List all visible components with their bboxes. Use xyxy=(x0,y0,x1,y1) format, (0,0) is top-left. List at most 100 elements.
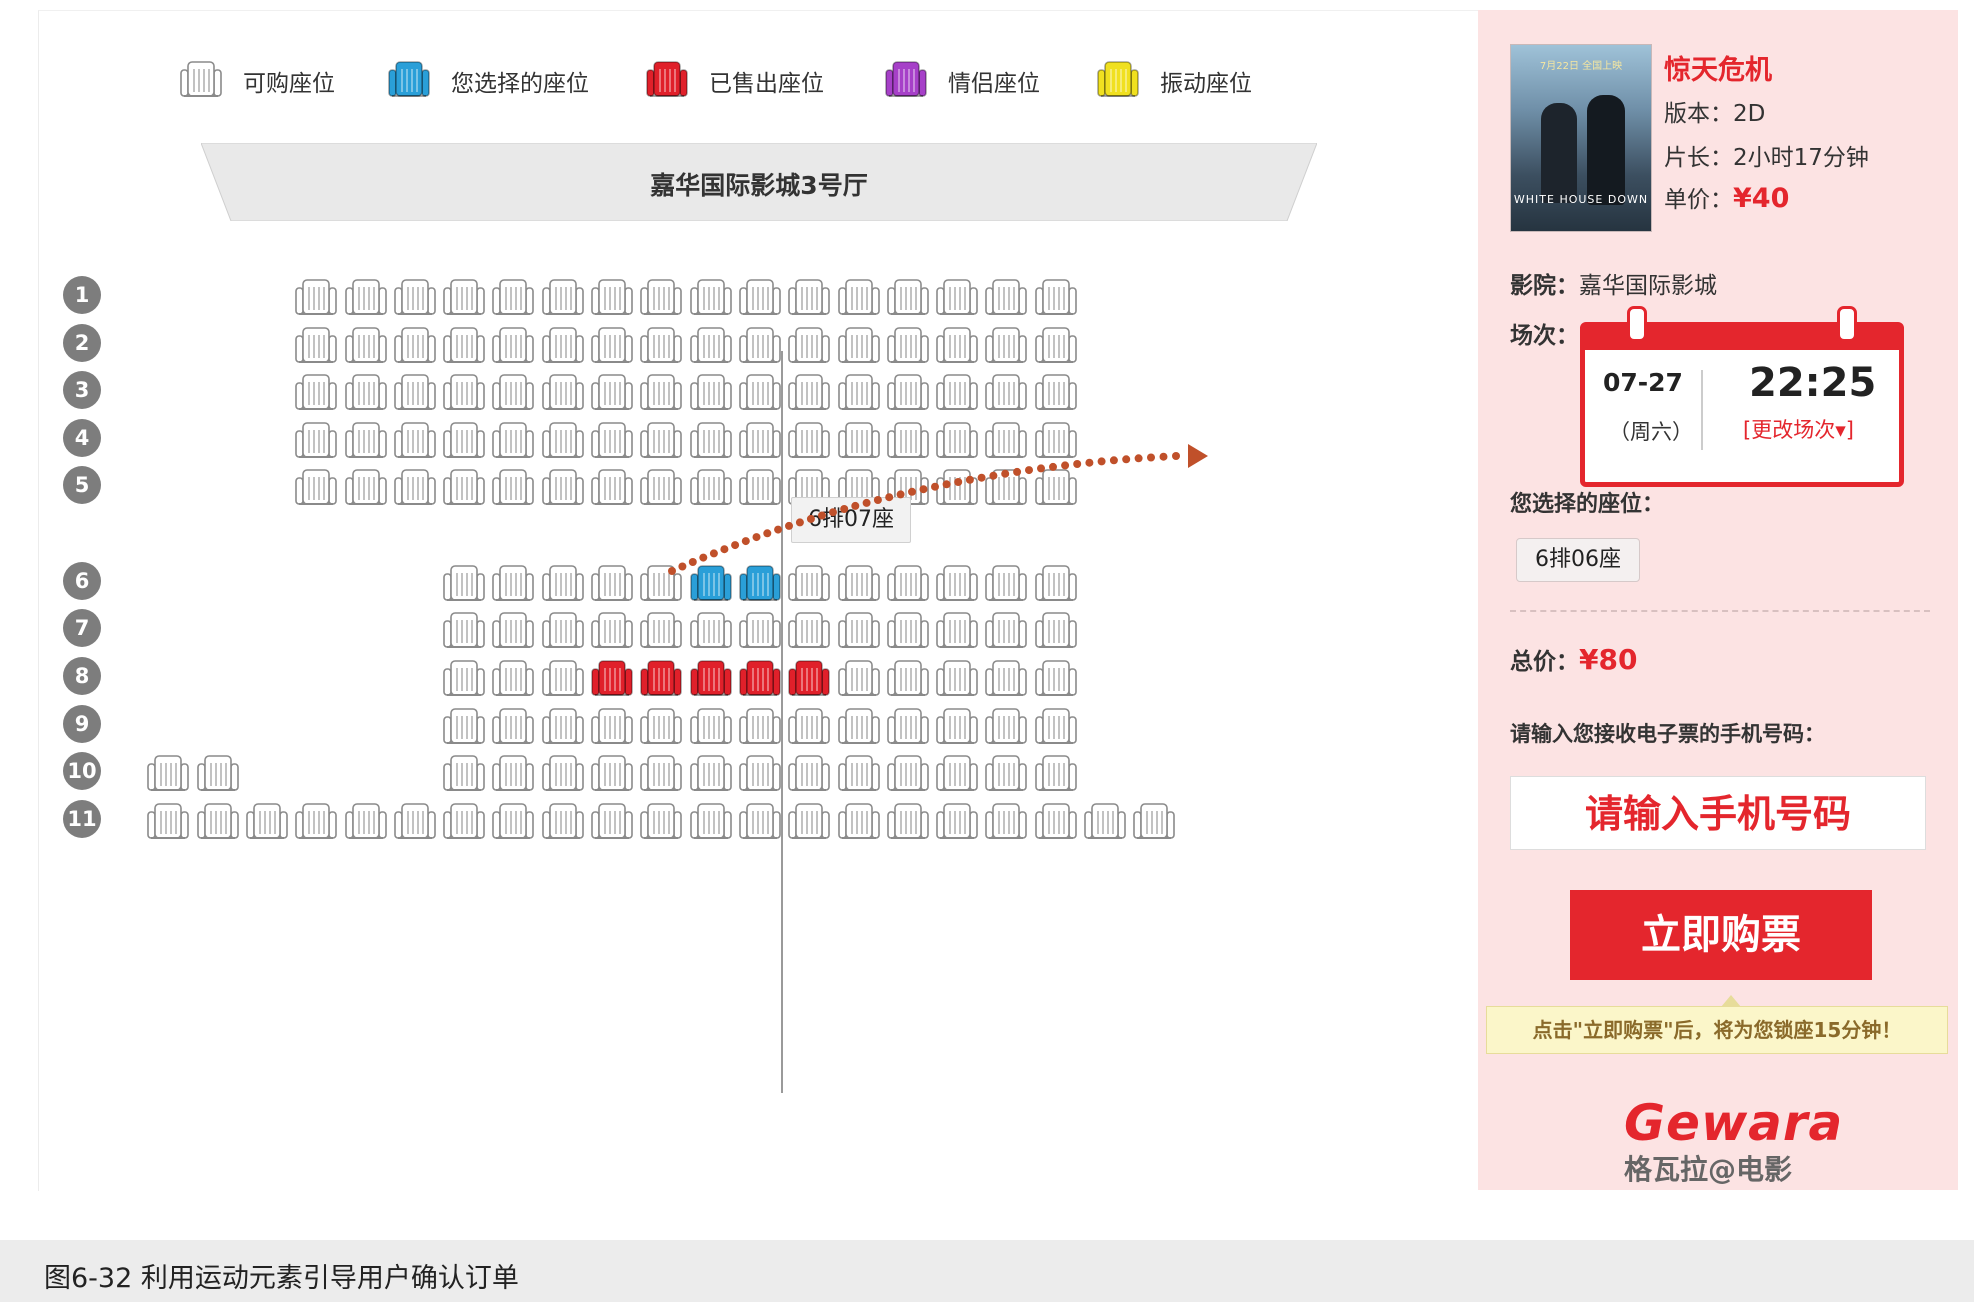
seat-available[interactable] xyxy=(541,611,585,651)
seat-available[interactable] xyxy=(245,802,289,842)
seat-available[interactable] xyxy=(344,326,388,366)
seat-available[interactable] xyxy=(491,659,535,699)
seat-available[interactable] xyxy=(541,326,585,366)
seat-available[interactable] xyxy=(639,564,683,604)
seat-available[interactable] xyxy=(787,707,831,747)
seat-available[interactable] xyxy=(442,707,486,747)
seat-available[interactable] xyxy=(294,278,338,318)
change-showtime-link[interactable]: [更改场次▾] xyxy=(1743,414,1854,444)
seat-available[interactable] xyxy=(837,802,881,842)
seat-available[interactable] xyxy=(984,802,1028,842)
seat-available[interactable] xyxy=(837,564,881,604)
seat-available[interactable] xyxy=(935,373,979,413)
seat-available[interactable] xyxy=(294,326,338,366)
seat-available[interactable] xyxy=(442,278,486,318)
seat-available[interactable] xyxy=(935,564,979,604)
seat-available[interactable] xyxy=(393,373,437,413)
seat-available[interactable] xyxy=(738,373,782,413)
seat-available[interactable] xyxy=(590,373,634,413)
seat-available[interactable] xyxy=(738,754,782,794)
seat-available[interactable] xyxy=(738,468,782,508)
seat-available[interactable] xyxy=(541,707,585,747)
seat-available[interactable] xyxy=(984,564,1028,604)
seat-available[interactable] xyxy=(689,373,733,413)
seat-available[interactable] xyxy=(639,326,683,366)
seat-available[interactable] xyxy=(146,754,190,794)
seat-available[interactable] xyxy=(984,278,1028,318)
seat-available[interactable] xyxy=(984,326,1028,366)
seat-available[interactable] xyxy=(738,326,782,366)
seat-available[interactable] xyxy=(491,564,535,604)
seat-available[interactable] xyxy=(541,373,585,413)
seat-available[interactable] xyxy=(541,802,585,842)
seat-available[interactable] xyxy=(590,802,634,842)
seat-available[interactable] xyxy=(689,326,733,366)
seat-available[interactable] xyxy=(1034,754,1078,794)
seat-available[interactable] xyxy=(984,373,1028,413)
seat-available[interactable] xyxy=(590,754,634,794)
seat-available[interactable] xyxy=(491,802,535,842)
phone-number-input[interactable]: 请输入手机号码 xyxy=(1510,776,1926,850)
seat-available[interactable] xyxy=(442,659,486,699)
seat-available[interactable] xyxy=(886,611,930,651)
seat-available[interactable] xyxy=(1034,802,1078,842)
seat-available[interactable] xyxy=(787,421,831,461)
seat-available[interactable] xyxy=(639,802,683,842)
seat-available[interactable] xyxy=(491,611,535,651)
seat-available[interactable] xyxy=(886,707,930,747)
seat-available[interactable] xyxy=(738,802,782,842)
seat-available[interactable] xyxy=(935,611,979,651)
seat-available[interactable] xyxy=(984,707,1028,747)
seat-available[interactable] xyxy=(491,468,535,508)
seat-available[interactable] xyxy=(935,659,979,699)
seat-available[interactable] xyxy=(935,326,979,366)
seat-available[interactable] xyxy=(1132,802,1176,842)
seat-available[interactable] xyxy=(689,278,733,318)
seat-available[interactable] xyxy=(294,802,338,842)
seat-available[interactable] xyxy=(639,278,683,318)
seat-available[interactable] xyxy=(689,421,733,461)
seat-available[interactable] xyxy=(442,802,486,842)
seat-available[interactable] xyxy=(442,754,486,794)
seat-available[interactable] xyxy=(984,754,1028,794)
seat-available[interactable] xyxy=(787,326,831,366)
seat-selected[interactable] xyxy=(689,564,733,604)
seat-available[interactable] xyxy=(442,564,486,604)
seat-available[interactable] xyxy=(442,373,486,413)
seat-available[interactable] xyxy=(491,421,535,461)
seat-available[interactable] xyxy=(837,421,881,461)
seat-available[interactable] xyxy=(886,421,930,461)
seat-available[interactable] xyxy=(491,707,535,747)
seat-available[interactable] xyxy=(1034,421,1078,461)
seat-available[interactable] xyxy=(1083,802,1127,842)
seat-available[interactable] xyxy=(886,659,930,699)
seat-available[interactable] xyxy=(442,611,486,651)
seat-available[interactable] xyxy=(541,754,585,794)
seat-available[interactable] xyxy=(639,754,683,794)
seat-available[interactable] xyxy=(294,421,338,461)
seat-available[interactable] xyxy=(344,468,388,508)
seat-available[interactable] xyxy=(935,707,979,747)
seat-available[interactable] xyxy=(1034,468,1078,508)
seat-available[interactable] xyxy=(442,326,486,366)
seat-available[interactable] xyxy=(541,278,585,318)
seat-available[interactable] xyxy=(935,754,979,794)
seat-available[interactable] xyxy=(393,421,437,461)
seat-available[interactable] xyxy=(837,326,881,366)
seat-available[interactable] xyxy=(984,421,1028,461)
seat-available[interactable] xyxy=(738,421,782,461)
seat-available[interactable] xyxy=(344,421,388,461)
seat-available[interactable] xyxy=(590,564,634,604)
seat-available[interactable] xyxy=(787,278,831,318)
seat-available[interactable] xyxy=(1034,373,1078,413)
seat-available[interactable] xyxy=(935,421,979,461)
seat-available[interactable] xyxy=(639,373,683,413)
seat-available[interactable] xyxy=(787,373,831,413)
seat-available[interactable] xyxy=(590,468,634,508)
seat-available[interactable] xyxy=(393,326,437,366)
seat-available[interactable] xyxy=(541,659,585,699)
selected-seat-tag[interactable]: 6排06座 xyxy=(1516,538,1640,582)
seat-available[interactable] xyxy=(541,564,585,604)
buy-now-button[interactable]: 立即购票 xyxy=(1570,890,1872,980)
seat-available[interactable] xyxy=(393,278,437,318)
